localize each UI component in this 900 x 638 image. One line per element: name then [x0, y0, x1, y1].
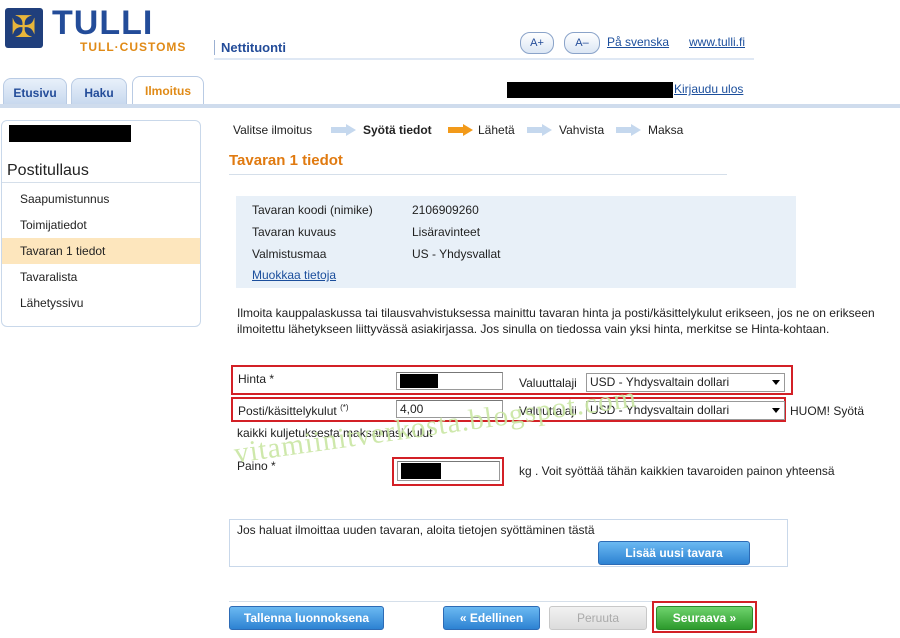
edit-info-link[interactable]: Muokkaa tietoja — [252, 268, 336, 282]
font-smaller-button[interactable]: A– — [564, 32, 600, 54]
sidebar-title: Postitullaus — [7, 162, 89, 179]
tab-etusivu[interactable]: Etusivu — [3, 78, 67, 105]
step-arrow-icon — [448, 124, 474, 136]
step-laheta: Lähetä — [478, 123, 515, 137]
tab-haku[interactable]: Haku — [71, 78, 127, 105]
add-item-button[interactable]: Lisää uusi tavara — [598, 541, 750, 565]
section-title: Tavaran 1 tiedot — [229, 152, 343, 169]
price-label: Hinta * — [238, 372, 275, 386]
cancel-button[interactable]: Peruuta — [549, 606, 647, 630]
swedish-link[interactable]: På svenska — [607, 35, 669, 49]
instruction-text: Ilmoita kauppalaskussa tai tilausvahvist… — [237, 306, 875, 336]
step-arrow-icon — [331, 124, 357, 136]
code-value: 2106909260 — [412, 203, 479, 217]
previous-button[interactable]: « Edellinen — [443, 606, 540, 630]
new-item-text: Jos haluat ilmoittaa uuden tavaran, aloi… — [237, 523, 595, 537]
redacted-weight — [401, 463, 441, 479]
app-name: Nettituonti — [214, 40, 286, 55]
description-label: Tavaran kuvaus — [252, 225, 337, 239]
font-larger-button[interactable]: A+ — [520, 32, 554, 54]
tulli-site-link[interactable]: www.tulli.fi — [689, 35, 745, 49]
step-maksa: Maksa — [648, 123, 684, 137]
sidebar-item-tavaralista[interactable]: Tavaralista — [2, 264, 200, 290]
step-syota-tiedot: Syötä tiedot — [363, 123, 432, 137]
chevron-down-icon — [772, 408, 780, 413]
chevron-down-icon — [772, 380, 780, 385]
next-button[interactable]: Seuraava » — [656, 606, 753, 630]
postage-note-a: HUOM! Syötä — [790, 404, 865, 418]
customs-logo-icon: ✠ — [5, 8, 43, 48]
brand-subtitle: TULL·CUSTOMS — [80, 40, 187, 54]
sidebar-item-saapumistunnus[interactable]: Saapumistunnus — [2, 186, 200, 212]
sidebar-item-lahetyssivu[interactable]: Lähetyssivu — [2, 290, 200, 316]
redacted-price — [400, 374, 438, 388]
origin-value: US - Yhdysvallat — [412, 247, 501, 261]
sidebar-item-toimijatiedot[interactable]: Toimijatiedot — [2, 212, 200, 238]
description-value: Lisäravinteet — [412, 225, 481, 239]
sidebar-divider — [2, 182, 200, 183]
step-vahvista: Vahvista — [559, 123, 605, 137]
postage-required-mark: (*) — [340, 403, 349, 412]
origin-label: Valmistusmaa — [252, 247, 327, 261]
price-currency-label: Valuuttalaji — [519, 376, 577, 390]
step-arrow-icon — [527, 124, 553, 136]
tab-bar — [0, 104, 900, 108]
logout-link[interactable]: Kirjaudu ulos — [674, 82, 743, 96]
save-draft-button[interactable]: Tallenna luonnoksena — [229, 606, 384, 630]
section-divider — [229, 174, 727, 175]
weight-note: kg . Voit syöttää tähän kaikkien tavaroi… — [519, 464, 835, 478]
price-input[interactable] — [396, 372, 503, 390]
sidebar-item-tavaran-tiedot[interactable]: Tavaran 1 tiedot — [2, 238, 200, 264]
step-valitse-ilmoitus: Valitse ilmoitus — [233, 123, 313, 137]
brand-name: TULLI — [52, 4, 154, 42]
redacted-id — [9, 125, 131, 142]
code-label: Tavaran koodi (nimike) — [252, 203, 373, 217]
redacted-username — [507, 82, 673, 98]
postage-label: Posti/käsittelykulut (*) — [238, 403, 349, 418]
header-divider — [214, 58, 754, 60]
weight-input[interactable] — [397, 461, 500, 481]
step-arrow-icon — [616, 124, 642, 136]
